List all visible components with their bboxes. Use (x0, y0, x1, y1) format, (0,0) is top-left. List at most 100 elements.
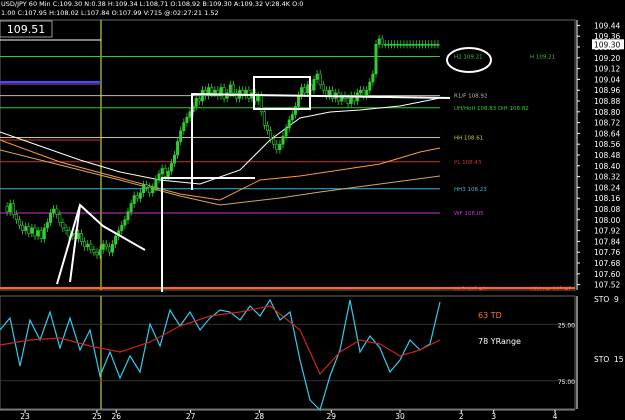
candle-body (33, 227, 37, 237)
candle-body (135, 195, 139, 199)
candle-body (296, 95, 300, 107)
candle-body (430, 43, 434, 46)
candle-body (389, 43, 393, 46)
candle-body (414, 43, 418, 46)
chart-window: H2 109.21 H 109.21 R1/F 108.92 UH/Hotl 108.… (0, 0, 625, 420)
candle-body (154, 179, 158, 188)
level-label-pl: PL 108.43 (454, 160, 482, 166)
price-axis-label: 107.60 (594, 270, 620, 279)
candle-body (27, 226, 31, 234)
candle-body (402, 43, 406, 46)
candle-body (36, 230, 40, 237)
candle-body (321, 84, 325, 91)
price-axis-label: 108.96 (594, 86, 620, 95)
candle-body (290, 114, 294, 121)
indicator-tick-label: 25.00 (558, 322, 575, 329)
time-axis-label: 23 (20, 412, 30, 420)
candle-body (420, 43, 424, 46)
candle-body (197, 98, 201, 102)
candle-body (213, 89, 217, 94)
candle-body (346, 98, 350, 105)
candle-body (284, 127, 288, 137)
candle-body (278, 143, 282, 150)
candle-body (424, 43, 428, 46)
candle-body (55, 208, 59, 215)
candle-body (21, 224, 25, 231)
candle-body (275, 143, 279, 150)
candle-body (104, 243, 108, 248)
candle-body (393, 43, 397, 46)
candle-body (39, 230, 43, 240)
candle-body (89, 243, 93, 250)
last-price-label: 109.30 (594, 40, 620, 49)
candle-body (262, 111, 266, 126)
candle-body (83, 241, 87, 248)
candle-body (123, 219, 127, 226)
candle-body (58, 214, 62, 223)
candle-body (142, 184, 146, 194)
price-axis-label: 107.92 (594, 227, 620, 236)
candle-body (30, 227, 34, 234)
candle-body (67, 230, 71, 237)
candle-body (107, 246, 111, 253)
candle-body (300, 87, 304, 96)
price-axis-label: 108.88 (594, 97, 620, 106)
candle-body (86, 243, 90, 248)
candle-body (315, 73, 319, 80)
candle-body (358, 89, 362, 94)
candle-body (411, 43, 415, 46)
candle-body (327, 89, 331, 96)
level-label-hh3: HH3 108.23 (454, 187, 487, 193)
candle-body (120, 224, 124, 231)
indicator-label-yrange: 78 YRange (478, 337, 521, 346)
candle-body (281, 135, 285, 145)
time-axis-label: 27 (186, 412, 196, 420)
candle-body (76, 233, 80, 240)
time-axis-label: 30 (395, 412, 405, 420)
candle-body (61, 222, 65, 229)
indicator-sto-value: 9 (614, 295, 619, 304)
candle-body (399, 43, 403, 46)
level-label-r1: R1/F 108.92 (454, 94, 487, 100)
candle-body (386, 43, 390, 46)
candle-body (272, 138, 276, 145)
candle-body (163, 168, 167, 177)
candle-body (318, 73, 322, 86)
price-axis-label: 109.44 (594, 21, 620, 30)
price-axis-label: 108.48 (594, 151, 620, 160)
candle-body (312, 79, 316, 91)
candle-body (269, 130, 273, 140)
price-axis-label: 108.80 (594, 108, 620, 117)
indicator-sto-value-2: 15 (614, 355, 624, 364)
price-axis-label: 108.40 (594, 162, 620, 171)
price-box-value: 109.51 (7, 23, 46, 36)
price-chart[interactable]: H2 109.21 H 109.21 R1/F 108.92 UH/Hotl 108.… (0, 0, 625, 420)
candle-body (374, 43, 378, 75)
candle-body (148, 187, 152, 194)
price-axis-label: 108.64 (594, 129, 620, 138)
price-axis-label: 107.68 (594, 259, 620, 268)
candle-body (417, 43, 421, 46)
price-axis-label: 108.32 (594, 173, 620, 182)
time-axis-label: 3 (491, 412, 496, 420)
price-axis-label: 108.16 (594, 194, 620, 203)
indicator-sto-label: STO (594, 295, 609, 304)
candle-body (160, 168, 164, 175)
candle-body (157, 173, 161, 180)
candle-body (324, 89, 328, 96)
candle-body (368, 81, 372, 91)
candle-body (306, 84, 310, 94)
price-axis-label: 107.76 (594, 248, 620, 257)
candle-body (114, 235, 118, 245)
level-label-2-h2: H 109.21 (530, 54, 555, 60)
indicator-label-td: 63 TD (478, 311, 502, 320)
candle-body (408, 43, 412, 46)
candle-body (380, 38, 384, 45)
candle-body (129, 203, 133, 213)
price-axis-label: 109.12 (594, 65, 620, 74)
candle-body (8, 203, 12, 213)
time-axis-label: 4 (553, 412, 558, 420)
indicator-tick-label: 75.00 (558, 379, 575, 386)
candle-body (371, 73, 375, 83)
candle-body (145, 184, 149, 188)
